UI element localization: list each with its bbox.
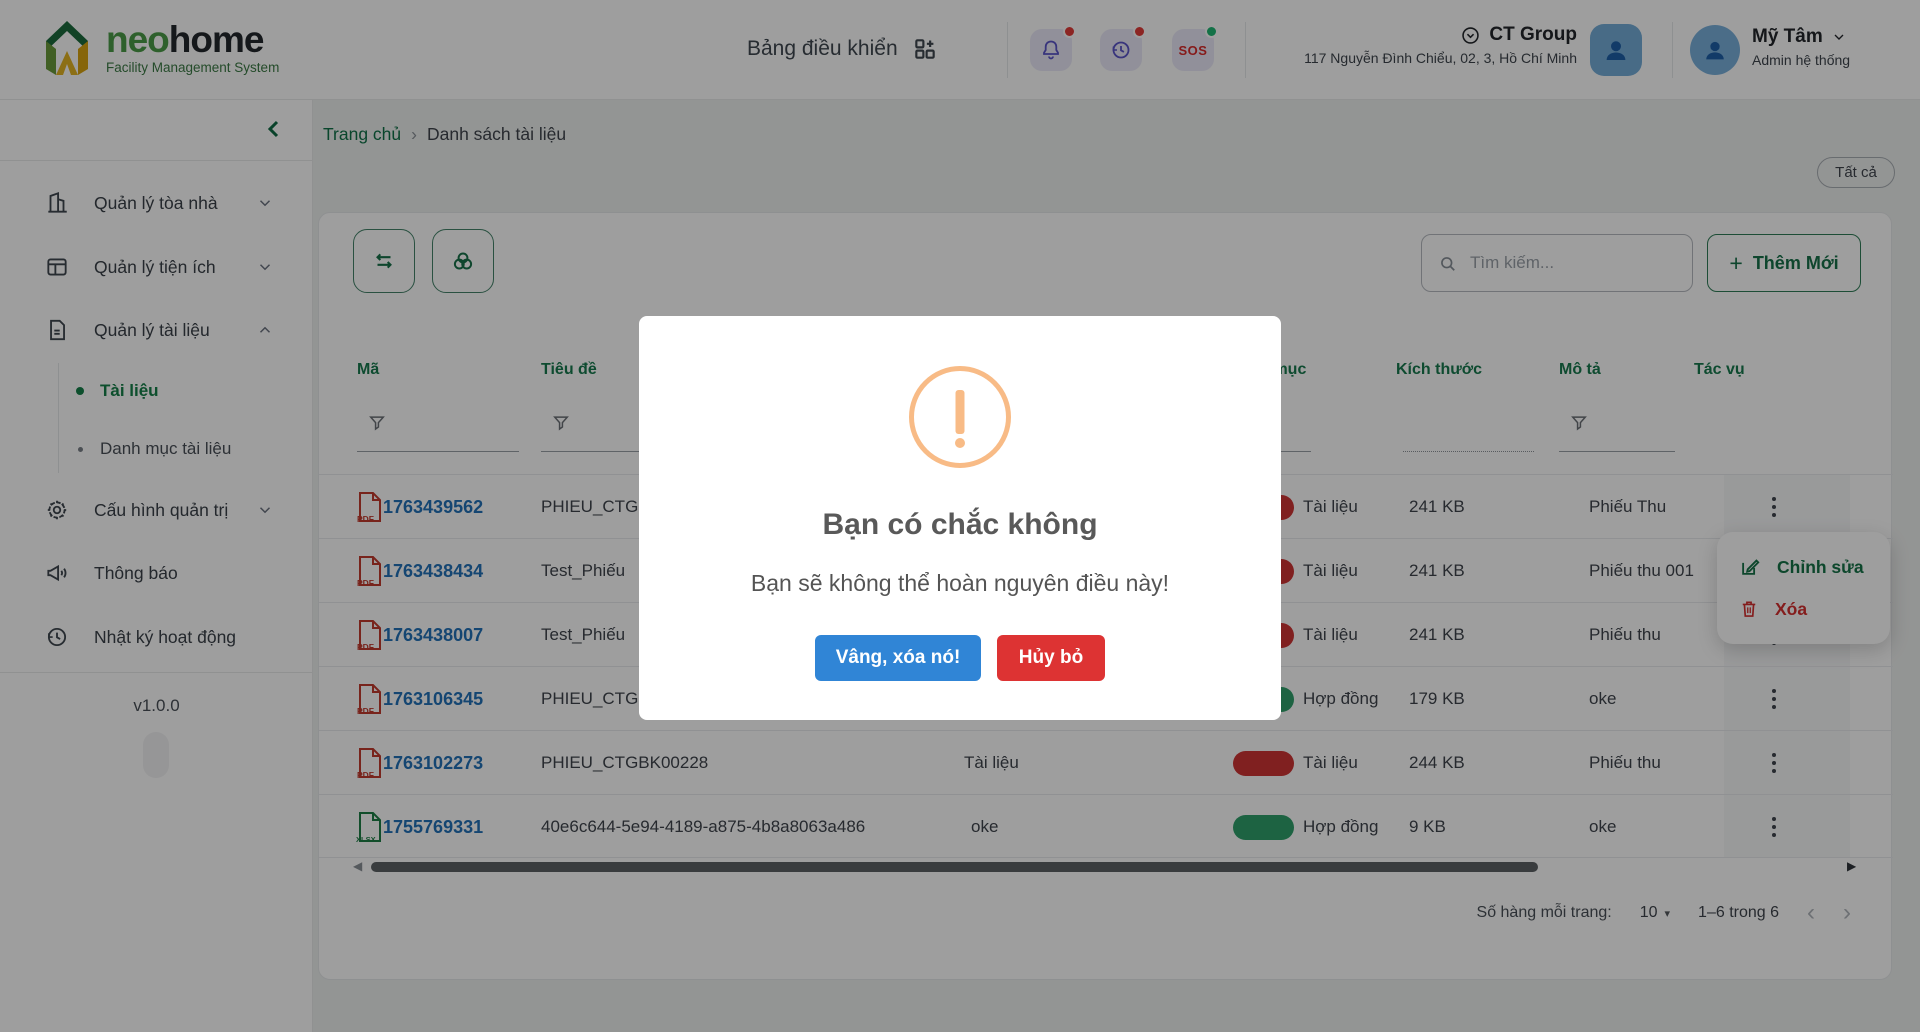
- warning-icon: [909, 366, 1011, 468]
- confirm-delete-modal: Bạn có chắc không Bạn sẽ không thể hoàn …: [639, 316, 1281, 720]
- cancel-button[interactable]: Hủy bỏ: [997, 635, 1105, 681]
- confirm-delete-button[interactable]: Vâng, xóa nó!: [815, 635, 981, 681]
- modal-title: Bạn có chắc không: [639, 508, 1281, 542]
- modal-message: Bạn sẽ không thể hoàn nguyên điều này!: [639, 570, 1281, 597]
- screen: neohome Facility Management System Bảng …: [0, 0, 1920, 1032]
